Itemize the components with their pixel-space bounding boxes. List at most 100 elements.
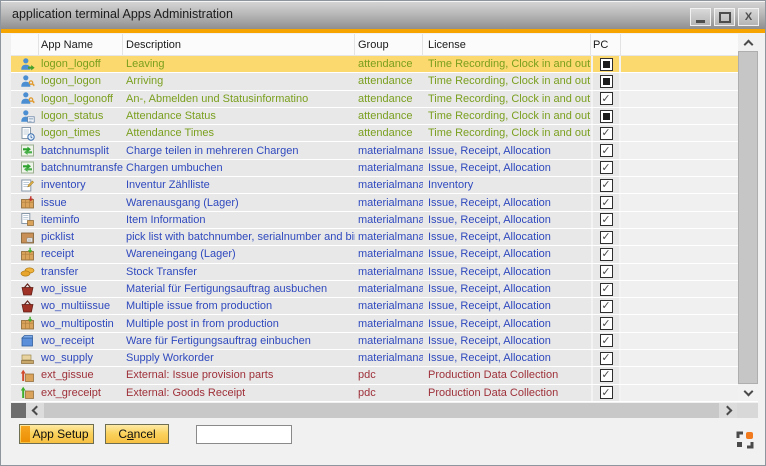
cell-pc: ✓ xyxy=(591,177,621,193)
pc-checkbox[interactable] xyxy=(600,75,613,88)
cell-description: Attendance Times xyxy=(123,125,355,141)
pc-checkbox[interactable]: ✓ xyxy=(600,144,613,157)
pc-checkbox[interactable]: ✓ xyxy=(600,213,613,226)
horizontal-scrollbar[interactable] xyxy=(11,403,758,418)
scroll-right-button[interactable] xyxy=(719,403,737,418)
pc-checkbox[interactable]: ✓ xyxy=(600,386,613,399)
cell-group: materialmanagement xyxy=(355,315,423,331)
crate-green-in-icon xyxy=(11,315,39,331)
cell-group: attendance xyxy=(355,91,423,107)
vertical-scrollbar[interactable] xyxy=(738,34,758,401)
table-row[interactable]: issueWarenausgang (Lager)materialmanagem… xyxy=(11,194,758,211)
pc-checkbox[interactable]: ✓ xyxy=(600,283,613,296)
pc-checkbox[interactable]: ✓ xyxy=(600,265,613,278)
doc-clock-icon xyxy=(11,125,39,141)
pc-checkbox[interactable]: ✓ xyxy=(600,300,613,313)
cell-pc xyxy=(591,108,621,124)
coins-icon xyxy=(11,264,39,280)
chevron-right-icon xyxy=(722,406,732,416)
maximize-button[interactable] xyxy=(714,8,735,26)
cell-description: Arriving xyxy=(123,73,355,89)
table-row[interactable]: transferStock Transfermaterialmanagement… xyxy=(11,264,758,281)
column-header-description[interactable]: Description xyxy=(123,34,355,55)
cell-app-name: issue xyxy=(39,194,123,210)
table-row[interactable]: wo_multipostinMultiple post in from prod… xyxy=(11,315,758,332)
pc-checkbox[interactable]: ✓ xyxy=(600,352,613,365)
pc-checkbox[interactable]: ✓ xyxy=(600,179,613,192)
table-row[interactable]: ext_gissueExternal: Issue provision part… xyxy=(11,367,758,384)
table-row[interactable]: receiptWareneingang (Lager)materialmanag… xyxy=(11,246,758,263)
pc-checkbox[interactable]: ✓ xyxy=(600,369,613,382)
pc-checkbox[interactable] xyxy=(600,110,613,123)
pc-checkbox[interactable] xyxy=(600,58,613,71)
table-row[interactable]: logon_logonoffAn-, Abmelden und Statusin… xyxy=(11,91,758,108)
table-row[interactable]: wo_issueMaterial für Fertigungsauftrag a… xyxy=(11,281,758,298)
pc-checkbox[interactable]: ✓ xyxy=(600,92,613,105)
title-bar[interactable]: application terminal Apps Administration… xyxy=(1,1,765,29)
cell-app-name: logon_logon xyxy=(39,73,123,89)
cell-group: materialmanagement xyxy=(355,298,423,314)
cell-pc xyxy=(591,56,621,72)
horizontal-scroll-track[interactable] xyxy=(44,403,719,418)
cell-license: Time Recording, Clock in and out xyxy=(423,108,591,124)
cancel-button[interactable]: Cancel xyxy=(105,424,169,444)
table-row[interactable]: wo_supplySupply Workordermaterialmanagem… xyxy=(11,350,758,367)
scroll-left-button[interactable] xyxy=(26,403,44,418)
scroll-up-button[interactable] xyxy=(738,34,758,51)
table-row[interactable]: batchnumsplitCharge teilen in mehreren C… xyxy=(11,142,758,159)
cell-description: External: Issue provision parts xyxy=(123,367,355,383)
pc-checkbox[interactable]: ✓ xyxy=(600,127,613,140)
cell-pc: ✓ xyxy=(591,229,621,245)
table-row[interactable]: ext_greceiptExternal: Goods ReceiptpdcPr… xyxy=(11,385,758,402)
vertical-scroll-thumb[interactable] xyxy=(738,51,758,384)
dialog-window: application terminal Apps Administration… xyxy=(0,0,766,466)
doc-box-icon xyxy=(11,212,39,228)
chevron-up-icon xyxy=(743,39,753,49)
pc-checkbox[interactable]: ✓ xyxy=(600,317,613,330)
horizontal-scroll-thumb[interactable] xyxy=(11,403,26,418)
pc-checkbox[interactable]: ✓ xyxy=(600,248,613,261)
cell-filler xyxy=(621,367,738,383)
cell-app-name: picklist xyxy=(39,229,123,245)
cell-group: attendance xyxy=(355,108,423,124)
column-header-icon xyxy=(11,34,39,55)
cell-description: Leaving xyxy=(123,56,355,72)
cell-app-name: wo_receipt xyxy=(39,333,123,349)
minimize-button[interactable] xyxy=(690,8,711,26)
cell-description: Warenausgang (Lager) xyxy=(123,194,355,210)
split-arrows-icon xyxy=(11,160,39,176)
footer-text-input[interactable] xyxy=(196,425,292,444)
scroll-down-button[interactable] xyxy=(738,384,758,401)
table-row[interactable]: wo_multiissueMultiple issue from product… xyxy=(11,298,758,315)
table-row[interactable]: batchnumtransferChargen umbuchenmaterial… xyxy=(11,160,758,177)
table-row[interactable]: inventoryInventur Zähllistematerialmanag… xyxy=(11,177,758,194)
app-setup-button[interactable]: App Setup xyxy=(19,424,94,444)
column-header-group[interactable]: Group xyxy=(355,34,423,55)
pc-checkbox[interactable]: ✓ xyxy=(600,196,613,209)
cancel-button-label: Cancel xyxy=(118,427,155,441)
cell-app-name: wo_multiissue xyxy=(39,298,123,314)
table-row[interactable]: iteminfoItem Informationmaterialmanageme… xyxy=(11,212,758,229)
table-row[interactable]: logon_logonArrivingattendanceTime Record… xyxy=(11,73,758,90)
pc-checkbox[interactable]: ✓ xyxy=(600,231,613,244)
table-row[interactable]: picklistpick list with batchnumber, seri… xyxy=(11,229,758,246)
cell-group: materialmanagement xyxy=(355,194,423,210)
cell-description: Attendance Status xyxy=(123,108,355,124)
cell-filler xyxy=(621,177,738,193)
column-header-pc[interactable]: PC xyxy=(591,34,621,55)
column-header-license[interactable]: License xyxy=(423,34,591,55)
person-card-icon xyxy=(11,108,39,124)
table-body: logon_logoffLeavingattendanceTime Record… xyxy=(11,56,758,402)
column-header-app-name[interactable]: App Name xyxy=(39,34,123,55)
table-row[interactable]: wo_receiptWare für Fertigungsauftrag ein… xyxy=(11,333,758,350)
resize-grip-icon[interactable] xyxy=(735,430,755,450)
pc-checkbox[interactable]: ✓ xyxy=(600,161,613,174)
cell-filler xyxy=(621,125,738,141)
cell-app-name: iteminfo xyxy=(39,212,123,228)
table-row[interactable]: logon_timesAttendance TimesattendanceTim… xyxy=(11,125,758,142)
table-row[interactable]: logon_statusAttendance StatusattendanceT… xyxy=(11,108,758,125)
pc-checkbox[interactable]: ✓ xyxy=(600,334,613,347)
close-button[interactable]: X xyxy=(738,8,759,26)
table-row[interactable]: logon_logoffLeavingattendanceTime Record… xyxy=(11,56,758,73)
box-up-green-icon xyxy=(11,385,39,401)
